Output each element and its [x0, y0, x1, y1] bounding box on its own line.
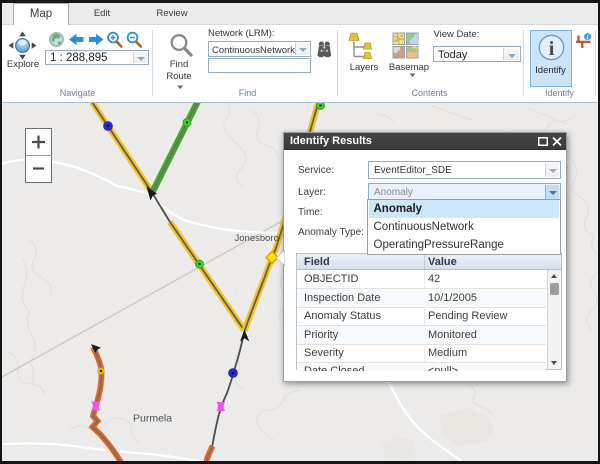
svg-text:i: i [548, 38, 554, 60]
svg-text:i: i [587, 34, 589, 41]
svg-text:Jonesboro: Jonesboro [235, 233, 279, 244]
svg-text:Purmela: Purmela [133, 413, 172, 425]
